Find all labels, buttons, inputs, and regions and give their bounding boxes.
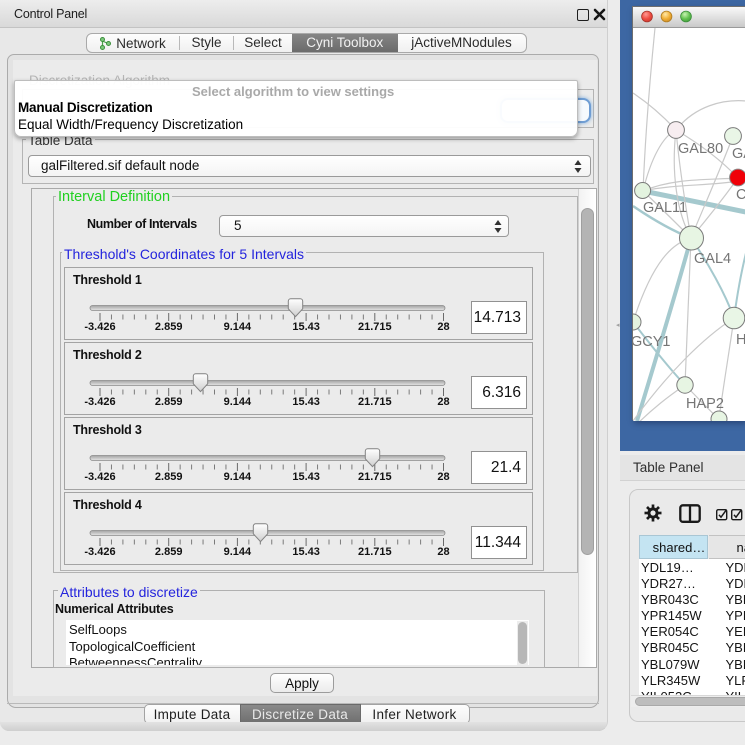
svg-text:2.859: 2.859 <box>155 396 183 408</box>
svg-text:9.144: 9.144 <box>224 396 252 408</box>
svg-text:GAL80: GAL80 <box>678 141 723 157</box>
svg-text:2.859: 2.859 <box>155 546 183 558</box>
svg-text:GAL4: GAL4 <box>694 251 731 267</box>
svg-text:28: 28 <box>437 471 449 483</box>
svg-text:21.715: 21.715 <box>358 546 392 558</box>
svg-text:15.43: 15.43 <box>292 321 320 333</box>
svg-text:GA: GA <box>732 146 745 162</box>
svg-text:9.144: 9.144 <box>224 321 252 333</box>
svg-text:28: 28 <box>437 321 449 333</box>
svg-text:H: H <box>736 332 745 348</box>
svg-text:GAL11: GAL11 <box>643 200 687 216</box>
svg-text:2.859: 2.859 <box>155 321 183 333</box>
svg-text:21.715: 21.715 <box>358 396 392 408</box>
svg-text:28: 28 <box>437 546 449 558</box>
svg-text:GCY1: GCY1 <box>633 334 671 350</box>
svg-text:15.43: 15.43 <box>292 396 320 408</box>
svg-text:28: 28 <box>437 396 449 408</box>
svg-text:15.43: 15.43 <box>292 471 320 483</box>
svg-text:-3.426: -3.426 <box>84 546 115 558</box>
svg-text:15.43: 15.43 <box>292 546 320 558</box>
svg-text:21.715: 21.715 <box>358 321 392 333</box>
svg-text:C: C <box>736 187 745 203</box>
svg-text:-3.426: -3.426 <box>84 321 115 333</box>
svg-text:2.859: 2.859 <box>155 471 183 483</box>
svg-text:9.144: 9.144 <box>224 546 252 558</box>
svg-text:HAP2: HAP2 <box>686 396 724 412</box>
svg-text:9.144: 9.144 <box>224 471 252 483</box>
svg-text:21.715: 21.715 <box>358 471 392 483</box>
svg-text:-3.426: -3.426 <box>84 396 115 408</box>
svg-text:-3.426: -3.426 <box>84 471 115 483</box>
